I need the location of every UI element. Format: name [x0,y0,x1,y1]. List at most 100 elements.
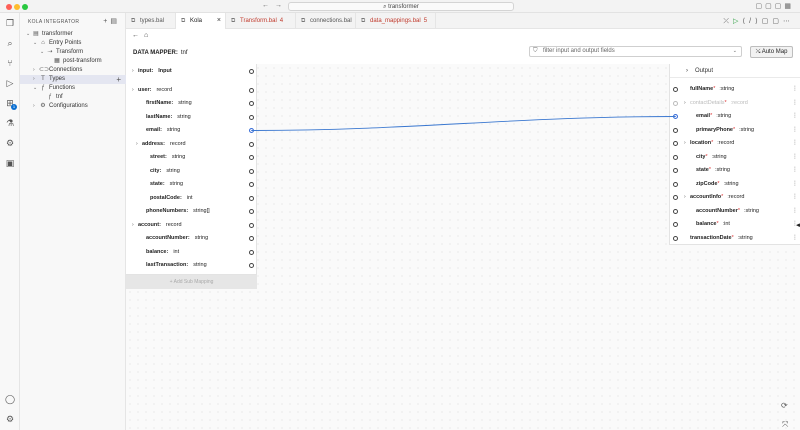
input-field-row[interactable]: firstName: string [126,97,257,111]
tree-item[interactable]: › ⚙ Configurations [20,102,126,111]
tab[interactable]: ⧉ Kola × [176,13,226,29]
add-sub-mapping-button[interactable]: + Add Sub Mapping [126,275,257,289]
input-port[interactable] [249,222,254,228]
testing-icon[interactable]: ⚗ [4,117,16,129]
email-mapping-link[interactable] [251,116,676,131]
input-field-row[interactable]: lastTransaction: string [126,259,257,273]
chevron-down-icon[interactable]: ⌄ [733,47,737,56]
fit-screen-icon[interactable]: ⤧ [782,420,788,430]
layout-icons[interactable]: ▢▢▢▦ [756,2,794,10]
auto-map-button[interactable]: ⤯ Auto Map [750,46,793,58]
input-port[interactable] [249,195,254,201]
input-field-row[interactable]: postalCode: int [126,192,257,206]
output-port[interactable] [673,222,678,227]
input-field-row[interactable]: balance: int [126,246,257,260]
tree-item[interactable]: ⌄ ƒ Functions [20,84,126,93]
field-menu-icon[interactable]: ⋮ [792,191,798,205]
output-port[interactable] [673,195,678,200]
command-center-search[interactable]: ⌕ transformer [288,2,514,11]
output-header[interactable]: › Output [670,64,800,78]
tab[interactable]: ⧉ connections.bal [296,13,356,29]
field-menu-icon[interactable]: ⋮ [792,83,798,97]
input-field-row[interactable]: email: string [126,124,257,138]
output-field-row[interactable]: city*:string ⋮ [670,151,800,165]
field-menu-icon[interactable]: ⋮ [792,137,798,151]
integrator-icon[interactable]: ⚙ [4,137,16,149]
field-menu-icon[interactable]: ⋮ [792,232,798,246]
refresh-icon[interactable]: ⟳ [781,401,788,410]
nav-arrows[interactable]: ←→ [262,2,288,9]
output-port[interactable] [673,154,678,160]
output-field-row[interactable]: primaryPhone*:string ⋮ [670,124,800,138]
field-menu-icon[interactable]: ⋮ [792,151,798,165]
add-type-button[interactable]: + [116,75,121,84]
output-port[interactable] [673,181,678,187]
input-field-row[interactable]: state: string [126,178,257,192]
output-port[interactable] [673,114,678,119]
field-menu-icon[interactable]: ⋮ [792,124,798,138]
filter-input[interactable]: ⛉ filter input and output fields ⌄ [529,46,742,57]
tree-item[interactable]: ⌄ ⇢ Transform [20,48,126,57]
run-debug-icon[interactable]: ▷ [4,77,16,89]
expand-chevron-icon[interactable]: › [684,191,686,205]
expand-chevron-icon[interactable]: › [684,137,686,151]
output-port[interactable] [673,141,678,146]
input-port[interactable] [249,69,254,74]
expand-chevron-icon[interactable]: › [132,84,134,98]
output-field-row[interactable]: › location*:record ⋮ [670,137,800,151]
tab[interactable]: ⧉ Transform.bal 4 [226,13,296,29]
input-port[interactable] [249,182,254,187]
tree-item[interactable]: ⌄ ▤ transformer [20,30,126,39]
close-tab-icon[interactable]: × [217,13,221,29]
search-icon[interactable]: ⌕ [4,37,16,49]
input-port[interactable] [249,114,254,120]
explorer-toolbar[interactable]: +▤ [103,17,120,25]
input-port[interactable] [249,249,254,255]
output-field-row[interactable]: email*:string ⋮ [670,110,800,124]
account-icon[interactable]: ◯ [4,393,16,405]
input-field-row[interactable]: › account: record [126,219,257,233]
output-field-row[interactable]: state*:string ⋮ [670,164,800,178]
expand-chevron-icon[interactable]: › [684,97,686,111]
input-field-row[interactable]: lastName: string [126,111,257,125]
field-menu-icon[interactable]: ⋮ [792,110,798,124]
minimize-window-button[interactable] [14,4,20,10]
close-window-button[interactable] [6,4,12,10]
input-field-row[interactable]: accountNumber: string [126,232,257,246]
input-port[interactable] [249,209,254,214]
maximize-window-button[interactable] [22,4,28,10]
input-port[interactable] [249,155,254,160]
tree-item[interactable]: › ⊂⊃Connections [20,66,126,75]
input-port[interactable] [249,101,254,106]
tree-item[interactable]: ⌄ ⌂ Entry Points [20,39,126,48]
output-field-row[interactable]: › accountInfo*:record ⋮ [670,191,800,205]
tree-item[interactable]: ƒ tnf [20,93,126,102]
tree-item[interactable]: › T Types + [20,75,126,84]
output-port[interactable] [673,235,678,241]
expand-chevron-icon[interactable]: › [132,219,134,233]
field-menu-icon[interactable]: ⋮ [792,97,798,111]
expand-chevron-icon[interactable]: › [136,138,138,152]
output-field-row[interactable]: fullName*:string ⋮ [670,83,800,97]
output-port[interactable] [673,87,678,92]
expand-chevron-icon[interactable]: › [132,65,134,79]
input-port[interactable] [249,236,254,241]
input-field-row[interactable]: › address: record [126,138,257,152]
tree-item[interactable]: ▦ post-transform [20,57,126,66]
input-field-row[interactable]: phoneNumbers: string[] [126,205,257,219]
input-field-row[interactable]: street: string [126,151,257,165]
field-menu-icon[interactable]: ⋮ [792,205,798,219]
input-port[interactable] [249,141,254,147]
breadcrumb[interactable]: ←⌂ [132,32,153,39]
tab[interactable]: ⧉ types.bal [126,13,176,29]
visualizer-icon[interactable]: ▣ [4,157,16,169]
field-menu-icon[interactable]: ⋮ [792,164,798,178]
output-field-row[interactable]: zipCode*:string ⋮ [670,178,800,192]
output-field-row[interactable]: accountNumber*:string ⋮ [670,205,800,219]
output-port[interactable] [673,127,678,133]
field-menu-icon[interactable]: ⋮ [792,178,798,192]
input-port[interactable] [249,168,254,174]
input-port[interactable] [249,263,254,268]
output-port[interactable] [673,100,678,106]
input-port[interactable] [249,87,254,93]
